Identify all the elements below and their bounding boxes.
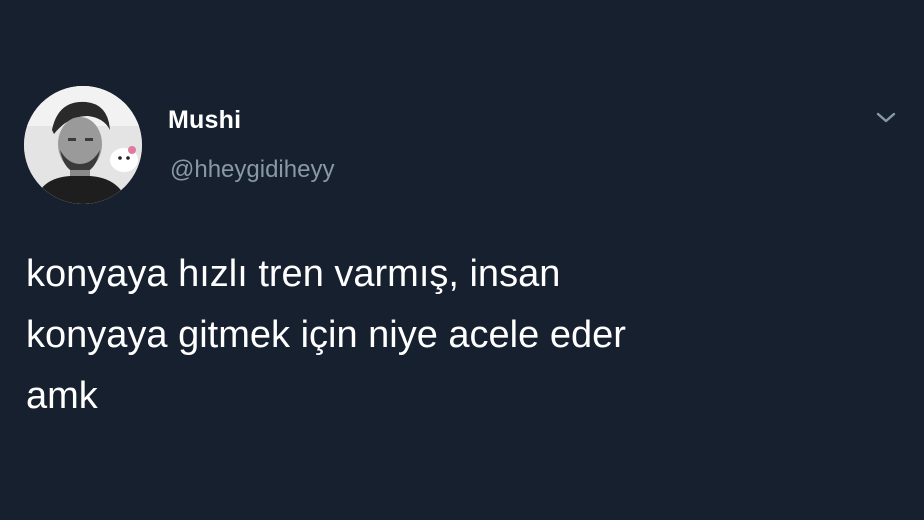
author-handle[interactable]: @hheygidiheyy (170, 156, 334, 184)
chevron-down-icon[interactable] (872, 106, 900, 128)
tweet-text-line: amk (26, 375, 98, 417)
profile-photo-icon (24, 86, 142, 204)
tweet-text: konyaya hızlı tren varmış, insan konyaya… (26, 244, 886, 427)
author-name[interactable]: Mushi (168, 106, 241, 135)
avatar[interactable] (24, 86, 142, 204)
tweet-card: Mushi @hheygidiheyy konyaya hızlı tren v… (0, 0, 924, 520)
tweet-text-line: konyaya gitmek için niye acele eder (26, 314, 626, 356)
tweet-text-line: konyaya hızlı tren varmış, insan (26, 253, 561, 295)
